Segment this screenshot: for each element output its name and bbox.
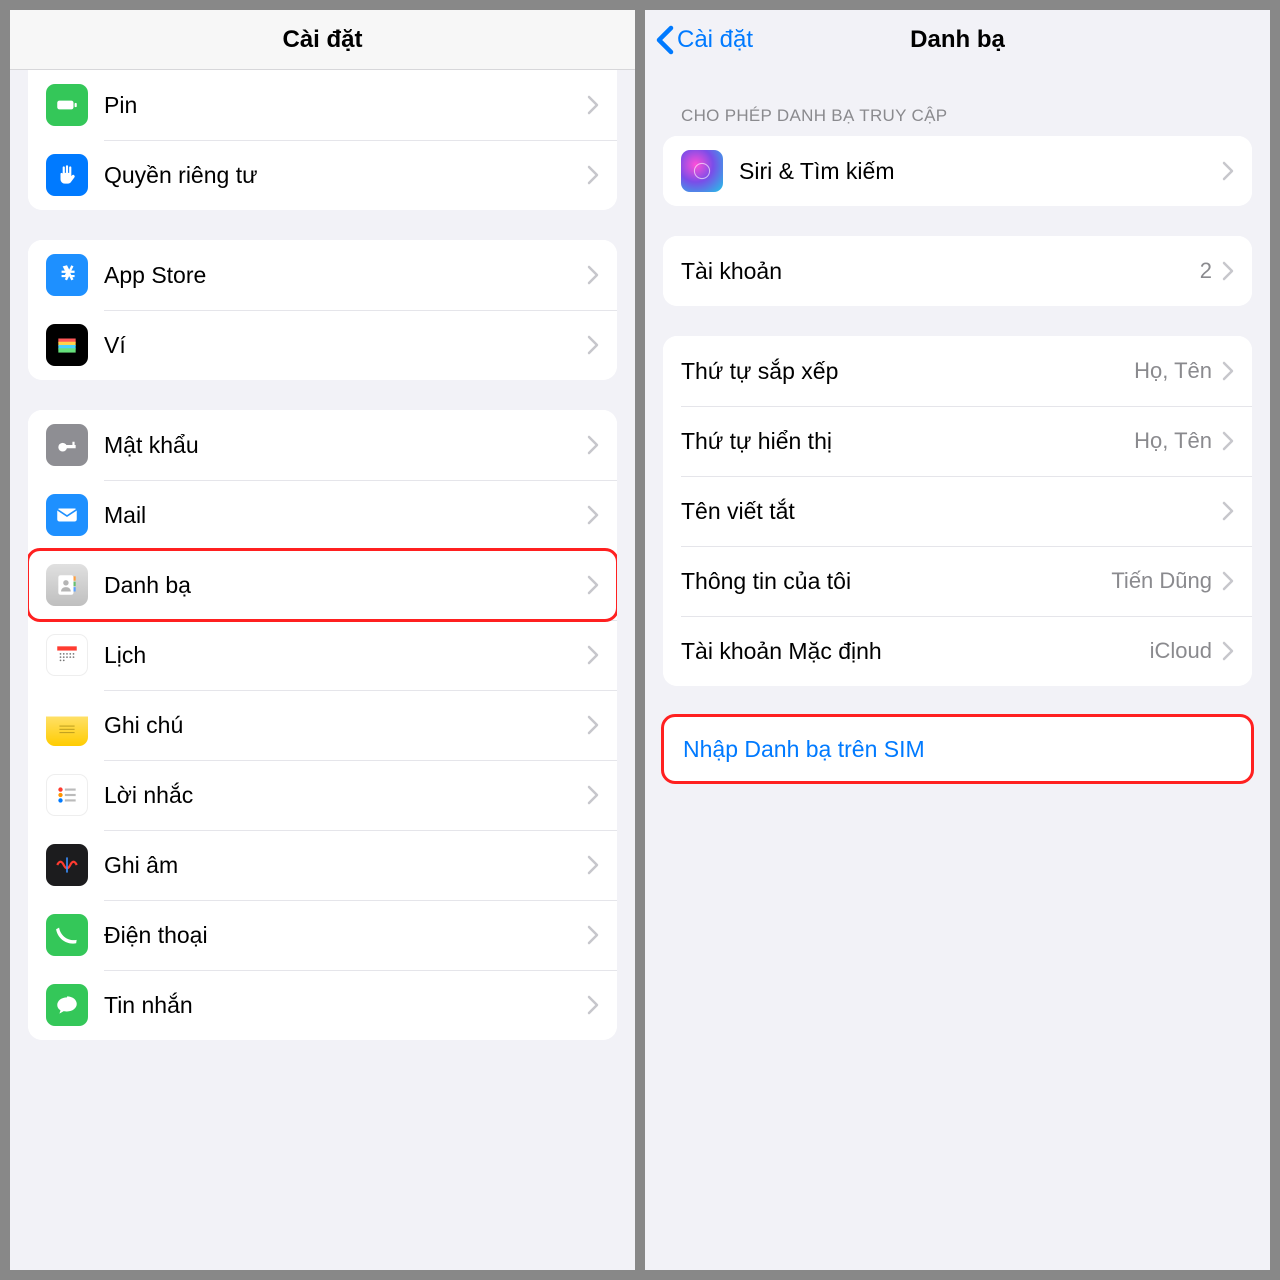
row-my-info[interactable]: Thông tin của tôi Tiến Dũng xyxy=(663,546,1252,616)
value-default: iCloud xyxy=(1150,638,1212,664)
row-appstore[interactable]: App Store xyxy=(28,240,617,310)
chevron-right-icon xyxy=(587,715,599,735)
nav-bar: Cài đặt Danh bạ xyxy=(645,10,1270,70)
row-messages[interactable]: Tin nhắn xyxy=(28,970,617,1040)
label-reminders: Lời nhắc xyxy=(104,782,587,809)
key-icon xyxy=(46,424,88,466)
back-button[interactable]: Cài đặt xyxy=(655,25,753,55)
label-shortname: Tên viết tắt xyxy=(681,498,1222,525)
chevron-right-icon xyxy=(587,995,599,1015)
row-privacy[interactable]: Quyền riêng tư xyxy=(28,140,617,210)
label-siri: Siri & Tìm kiếm xyxy=(739,158,1222,185)
phone-icon xyxy=(46,914,88,956)
label-appstore: App Store xyxy=(104,262,587,289)
page-title: Danh bạ xyxy=(910,26,1005,54)
group-apps: Mật khẩu Mail Danh bạ xyxy=(28,410,617,1040)
chevron-right-icon xyxy=(1222,431,1234,451)
chevron-right-icon xyxy=(1222,641,1234,661)
section-header-access: CHO PHÉP DANH BẠ TRUY CẬP xyxy=(681,106,1234,126)
chevron-right-icon xyxy=(587,785,599,805)
label-messages: Tin nhắn xyxy=(104,992,587,1019)
row-sort-order[interactable]: Thứ tự sắp xếp Họ, Tên xyxy=(663,336,1252,406)
row-mail[interactable]: Mail xyxy=(28,480,617,550)
row-phone[interactable]: Điện thoại xyxy=(28,900,617,970)
chevron-right-icon xyxy=(587,505,599,525)
label-passwords: Mật khẩu xyxy=(104,432,587,459)
reminders-icon xyxy=(46,774,88,816)
row-wallet[interactable]: Ví xyxy=(28,310,617,380)
chevron-right-icon xyxy=(587,335,599,355)
chevron-right-icon xyxy=(587,165,599,185)
siri-icon xyxy=(681,150,723,192)
import-sim-button[interactable]: Nhập Danh bạ trên SIM xyxy=(663,716,1252,782)
chevron-right-icon xyxy=(1222,261,1234,281)
group-access: Siri & Tìm kiếm xyxy=(663,136,1252,206)
group-store: App Store Ví xyxy=(28,240,617,380)
chevron-right-icon xyxy=(587,925,599,945)
row-accounts[interactable]: Tài khoản 2 xyxy=(663,236,1252,306)
label-privacy: Quyền riêng tư xyxy=(104,162,587,189)
label-default: Tài khoản Mặc định xyxy=(681,638,1150,665)
chevron-right-icon xyxy=(1222,161,1234,181)
label-notes: Ghi chú xyxy=(104,712,587,739)
row-siri[interactable]: Siri & Tìm kiếm xyxy=(663,136,1252,206)
value-myinfo: Tiến Dũng xyxy=(1111,568,1212,594)
messages-icon xyxy=(46,984,88,1026)
calendar-icon xyxy=(46,634,88,676)
label-sort: Thứ tự sắp xếp xyxy=(681,358,1134,385)
label-myinfo: Thông tin của tôi xyxy=(681,568,1111,595)
row-voicememos[interactable]: Ghi âm xyxy=(28,830,617,900)
contacts-pane: Cài đặt Danh bạ CHO PHÉP DANH BẠ TRUY CẬ… xyxy=(645,10,1270,1270)
battery-icon xyxy=(46,84,88,126)
chevron-right-icon xyxy=(587,575,599,595)
row-passwords[interactable]: Mật khẩu xyxy=(28,410,617,480)
import-sim-label: Nhập Danh bạ trên SIM xyxy=(683,736,925,763)
label-accounts: Tài khoản xyxy=(681,258,1200,285)
row-short-name[interactable]: Tên viết tắt xyxy=(663,476,1252,546)
appstore-icon xyxy=(46,254,88,296)
back-label: Cài đặt xyxy=(677,26,753,54)
page-title: Cài đặt xyxy=(282,26,362,54)
hand-icon xyxy=(46,154,88,196)
group-display: Thứ tự sắp xếp Họ, Tên Thứ tự hiển thị H… xyxy=(663,336,1252,686)
chevron-right-icon xyxy=(587,855,599,875)
chevron-right-icon xyxy=(587,95,599,115)
label-phone: Điện thoại xyxy=(104,922,587,949)
chevron-right-icon xyxy=(587,645,599,665)
settings-content[interactable]: Pin Quyền riêng tư App Store xyxy=(10,70,635,1270)
row-calendar[interactable]: Lịch xyxy=(28,620,617,690)
chevron-right-icon xyxy=(587,265,599,285)
chevron-right-icon xyxy=(1222,361,1234,381)
settings-pane: Cài đặt Pin Quyền riêng tư xyxy=(10,10,635,1270)
row-display-order[interactable]: Thứ tự hiển thị Họ, Tên xyxy=(663,406,1252,476)
contacts-icon xyxy=(46,564,88,606)
label-contacts: Danh bạ xyxy=(104,572,587,599)
group-accounts: Tài khoản 2 xyxy=(663,236,1252,306)
nav-bar: Cài đặt xyxy=(10,10,635,70)
label-wallet: Ví xyxy=(104,332,587,359)
contacts-content[interactable]: CHO PHÉP DANH BẠ TRUY CẬP Siri & Tìm kiế… xyxy=(645,70,1270,1270)
chevron-right-icon xyxy=(587,435,599,455)
voicememos-icon xyxy=(46,844,88,886)
value-accounts: 2 xyxy=(1200,258,1212,284)
chevron-right-icon xyxy=(1222,501,1234,521)
label-voicememos: Ghi âm xyxy=(104,852,587,879)
label-battery: Pin xyxy=(104,92,587,119)
notes-icon xyxy=(46,704,88,746)
label-mail: Mail xyxy=(104,502,587,529)
row-reminders[interactable]: Lời nhắc xyxy=(28,760,617,830)
chevron-right-icon xyxy=(1222,571,1234,591)
wallet-icon xyxy=(46,324,88,366)
label-calendar: Lịch xyxy=(104,642,587,669)
mail-icon xyxy=(46,494,88,536)
group-general: Pin Quyền riêng tư xyxy=(28,70,617,210)
row-default-account[interactable]: Tài khoản Mặc định iCloud xyxy=(663,616,1252,686)
value-sort: Họ, Tên xyxy=(1134,358,1212,384)
row-battery[interactable]: Pin xyxy=(28,70,617,140)
label-display: Thứ tự hiển thị xyxy=(681,428,1134,455)
row-notes[interactable]: Ghi chú xyxy=(28,690,617,760)
value-display: Họ, Tên xyxy=(1134,428,1212,454)
row-contacts[interactable]: Danh bạ xyxy=(28,550,617,620)
